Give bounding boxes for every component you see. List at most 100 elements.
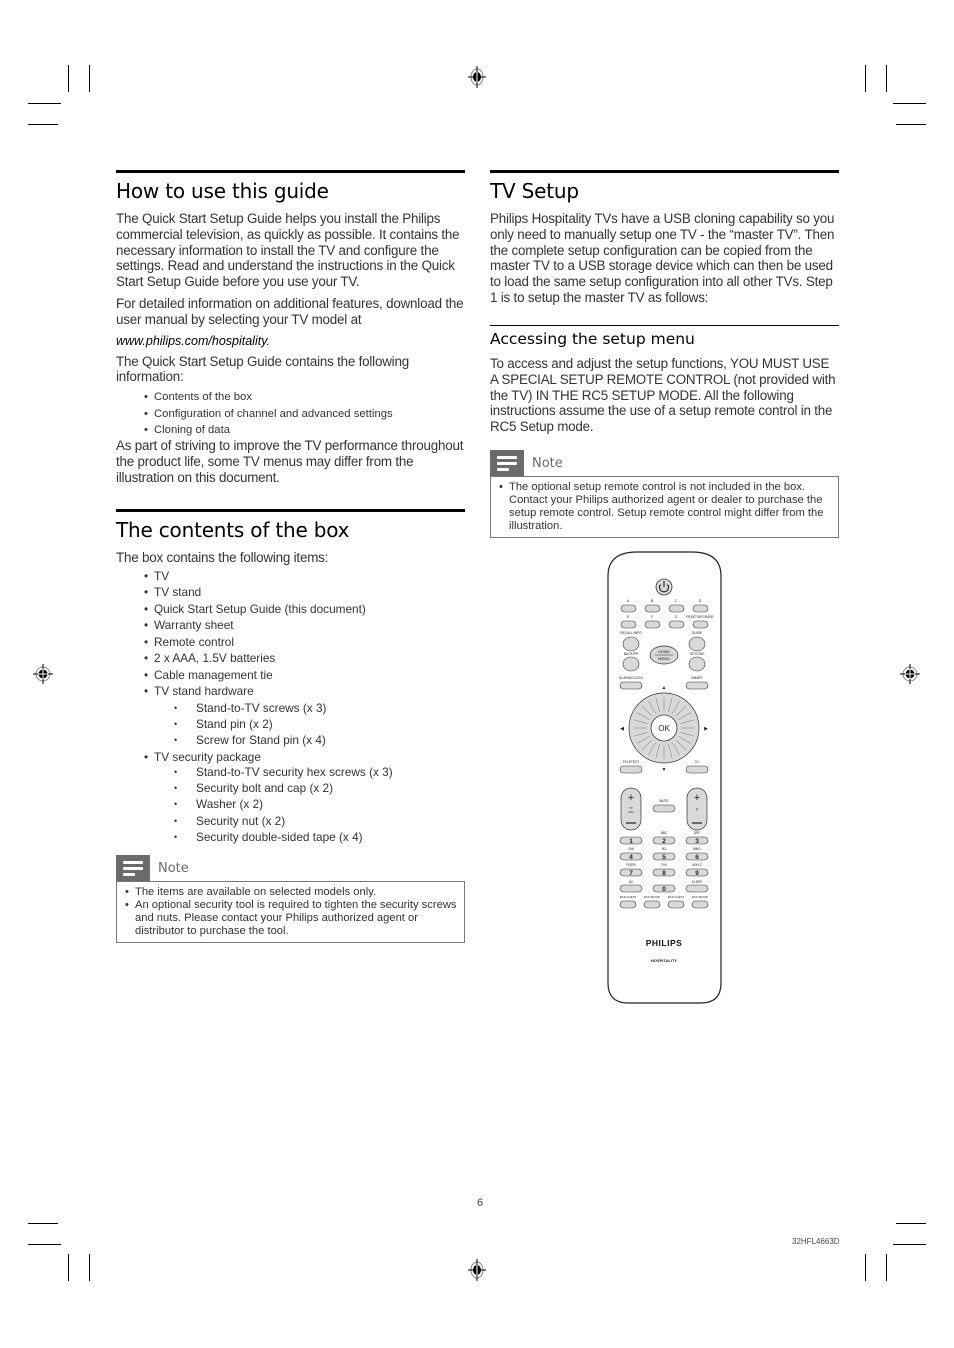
note-icon — [490, 450, 524, 476]
crop-mark — [865, 65, 866, 92]
note-label: Note — [532, 455, 563, 471]
button-b[interactable] — [644, 604, 661, 613]
mute-button[interactable] — [652, 804, 676, 813]
alarm-clock-button[interactable] — [619, 681, 643, 690]
hardware-sublist: Stand-to-TV screws (x 3) Stand pin (x 2)… — [174, 700, 465, 749]
button-g[interactable] — [668, 620, 685, 629]
rc6-guest-button[interactable] — [667, 900, 685, 909]
section-rule — [490, 325, 839, 326]
list-item-label: TV security package — [154, 749, 261, 764]
crop-mark — [28, 103, 61, 104]
button-label: CC — [695, 760, 700, 764]
recall-info-button[interactable] — [622, 636, 640, 652]
paragraph: As part of striving to improve the TV pe… — [116, 438, 464, 485]
crop-mark — [886, 65, 887, 92]
list-item: Quick Start Setup Guide (this document) — [144, 601, 465, 618]
remote-body — [607, 551, 722, 1004]
crop-mark — [896, 1223, 926, 1224]
sublist-item: Screw for Stand pin (x 4) — [174, 732, 465, 749]
crop-mark — [896, 124, 926, 125]
volume-rocker[interactable]: + TV VOL — [620, 787, 642, 831]
button-label: MNO — [693, 847, 701, 851]
button-label: DEF — [694, 831, 701, 835]
sublist-item: Security nut (x 2) — [174, 813, 465, 830]
model-number: 32HFL4663D — [792, 1237, 840, 1246]
paragraph: The box contains the following items: — [116, 550, 329, 565]
button-label: TELETEXT — [623, 760, 640, 764]
sublist-item: Stand pin (x 2) — [174, 716, 465, 733]
button-label: TUV — [661, 863, 668, 867]
button-label: PQRS — [626, 863, 636, 867]
digit-key-label: 6 — [695, 854, 699, 861]
smart-button[interactable] — [685, 681, 709, 690]
button-reset-upgrade[interactable] — [692, 620, 709, 629]
registration-mark-icon — [468, 1259, 486, 1281]
note-box: Note The optional setup remote control i… — [490, 450, 839, 538]
rc5-guest-button[interactable] — [619, 900, 637, 909]
button-d[interactable] — [692, 604, 709, 613]
arrow-down-icon[interactable]: ▼ — [662, 767, 667, 773]
svg-text:VOL: VOL — [628, 810, 634, 814]
digit-key-label: 8 — [662, 870, 666, 877]
paragraph: For detailed information on additional f… — [116, 295, 464, 327]
crop-mark — [28, 1223, 58, 1224]
arrow-right-icon[interactable]: ▶ — [704, 726, 708, 732]
box-items-list: TV TV stand Quick Start Setup Guide (thi… — [144, 568, 465, 700]
digit-key-label: 3 — [695, 838, 699, 845]
button-label: RC6 GUEST — [668, 895, 685, 899]
arrow-up-icon[interactable]: ▲ — [662, 685, 667, 691]
button-label: 0 — [662, 886, 666, 893]
teletext-button[interactable] — [619, 765, 643, 774]
crop-mark — [893, 1244, 926, 1245]
svg-text:+: + — [628, 792, 634, 804]
button-c[interactable] — [668, 604, 685, 613]
list-item: TV security package — [144, 749, 465, 764]
back-button[interactable] — [622, 656, 640, 672]
button-label: RESET/UPGRADE — [686, 615, 713, 619]
button-label: RC5 SETUP — [644, 895, 660, 899]
button-label: ABC — [661, 831, 668, 835]
power-button[interactable] — [655, 578, 673, 596]
number-pad: 1 ABC 2 DEF 3 GHI 4 JKL 5 MNO 6 PQRS 7 TUV 8 WXYZ 9 — [619, 831, 709, 877]
program-rocker[interactable]: + P — [686, 787, 708, 831]
website-link[interactable]: www.philips.com/hospitality. — [116, 334, 465, 348]
ok-button[interactable]: OK — [658, 724, 670, 733]
button-label: OPTIONS — [690, 652, 706, 656]
sublist-item: Washer (x 2) — [174, 796, 465, 813]
note-header: Note — [490, 450, 839, 476]
rc6-setup-button[interactable] — [691, 900, 709, 909]
rc5-setup-button[interactable] — [643, 900, 661, 909]
note-item: The items are available on selected mode… — [125, 886, 458, 899]
cc-button[interactable] — [685, 765, 709, 774]
av-button[interactable] — [619, 884, 643, 893]
svg-text:MENU: MENU — [658, 656, 670, 661]
paragraph: The Quick Start Setup Guide helps you in… — [116, 211, 460, 290]
guide-button[interactable] — [688, 636, 706, 652]
paragraph: To access and adjust the setup functions… — [490, 356, 836, 435]
home-menu-button[interactable]: HOME MENU — [649, 645, 679, 665]
navigation-pad[interactable]: OK — [628, 692, 700, 764]
crop-mark — [89, 1254, 90, 1281]
list-item: Remote control — [144, 634, 465, 651]
crop-mark — [28, 1244, 61, 1245]
button-label: JKL — [661, 847, 667, 851]
crop-mark — [893, 103, 926, 104]
security-sublist: Stand-to-TV security hex screws (x 3) Se… — [174, 764, 465, 846]
button-label: G — [675, 615, 678, 619]
digit-key-label: 1 — [629, 838, 633, 845]
button-e[interactable] — [620, 620, 637, 629]
button-a[interactable] — [620, 604, 637, 613]
button-label: GUIDE — [692, 631, 703, 635]
sleep-button[interactable] — [685, 884, 709, 893]
button-f[interactable] — [644, 620, 661, 629]
button-label: GHI — [628, 847, 634, 851]
list-item: 2 x AAA, 1.5V batteries — [144, 650, 465, 667]
list-item: Cable management tie — [144, 667, 465, 684]
crop-mark — [865, 1254, 866, 1281]
svg-text:+: + — [694, 792, 700, 804]
options-button[interactable] — [688, 656, 706, 672]
note-item: The optional setup remote control is not… — [499, 481, 832, 533]
section-how-to-use: How to use this guide The Quick Start Se… — [116, 170, 465, 492]
arrow-left-icon[interactable]: ◀ — [620, 726, 624, 732]
sublist-item: Security bolt and cap (x 2) — [174, 780, 465, 797]
